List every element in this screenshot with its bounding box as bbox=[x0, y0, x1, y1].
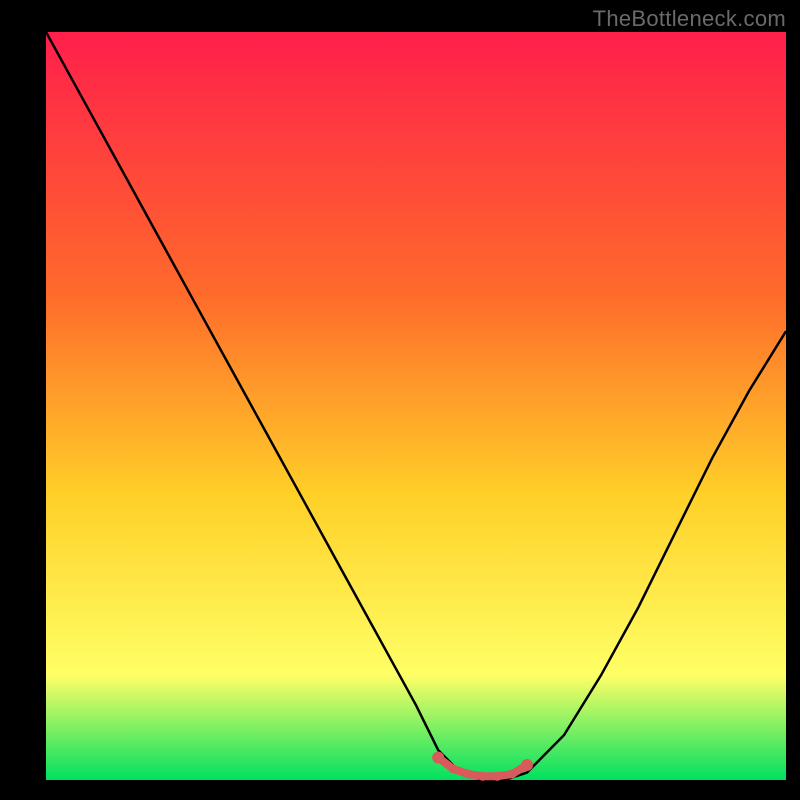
minimum-marker bbox=[449, 764, 458, 773]
chart-canvas bbox=[0, 0, 800, 800]
minimum-marker bbox=[432, 752, 444, 764]
minimum-marker bbox=[463, 770, 472, 779]
minimum-marker bbox=[508, 770, 517, 779]
minimum-marker bbox=[493, 772, 502, 781]
watermark-text: TheBottleneck.com bbox=[593, 6, 786, 32]
minimum-marker bbox=[521, 759, 533, 771]
plot-background bbox=[46, 32, 786, 780]
chart-frame: TheBottleneck.com bbox=[0, 0, 800, 800]
minimum-marker bbox=[478, 772, 487, 781]
